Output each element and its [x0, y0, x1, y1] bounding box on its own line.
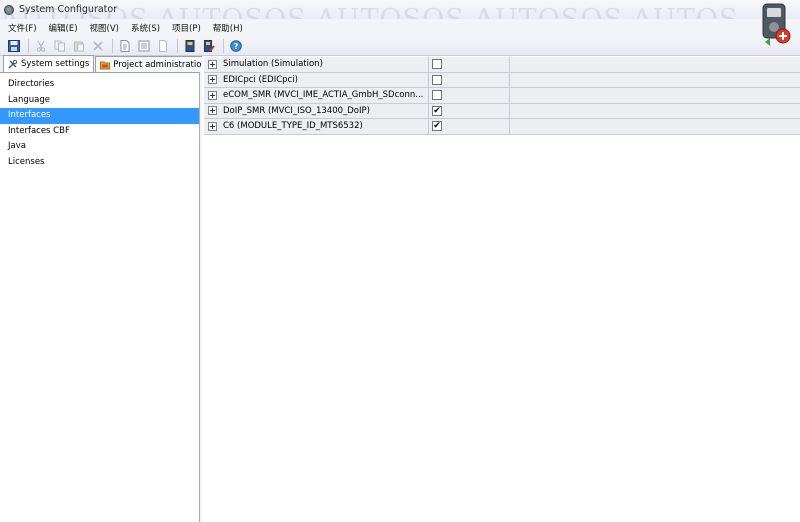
empty-cell — [509, 103, 800, 119]
check-cell: ✔ — [429, 103, 509, 118]
menu-project[interactable]: 项目(P) — [172, 22, 201, 34]
properties-icon[interactable] — [137, 39, 151, 53]
paste-icon[interactable] — [72, 39, 86, 53]
document-icon[interactable] — [156, 39, 170, 53]
check-cell — [429, 88, 509, 103]
list-item-language[interactable]: Language — [0, 93, 199, 109]
interface-checkbox[interactable] — [432, 74, 442, 85]
list-item-interfaces[interactable]: Interfaces — [0, 108, 199, 124]
empty-cell — [509, 56, 800, 72]
interface-label: C6 (MODULE_TYPE_ID_MTS6532) — [223, 121, 363, 132]
toolbar: ? — [0, 36, 800, 56]
interfaces-grid: Simulation (Simulation) EDICpci (EDICpci… — [202, 56, 800, 522]
empty-cell — [509, 87, 800, 103]
expand-icon[interactable] — [208, 75, 217, 85]
interface-checkbox[interactable]: ✔ — [432, 121, 442, 132]
interface-label: DoIP_SMR (MVCI_ISO_13400_DoIP) — [223, 105, 370, 116]
empty-cell — [509, 118, 800, 134]
window-title: System Configurator — [19, 4, 118, 15]
toolbar-separator — [223, 38, 224, 53]
table-row[interactable]: EDICpci (EDICpci) — [204, 72, 800, 88]
expand-icon[interactable] — [208, 90, 217, 100]
expand-icon[interactable] — [208, 106, 217, 116]
expand-icon[interactable] — [208, 59, 217, 69]
interface-checkbox[interactable] — [432, 59, 442, 70]
tools-icon — [8, 59, 18, 69]
delete-icon[interactable] — [91, 39, 105, 53]
menu-help[interactable]: 帮助(H) — [213, 22, 243, 34]
check-cell — [429, 57, 509, 72]
table-row[interactable]: Simulation (Simulation) — [204, 56, 800, 73]
menu-edit[interactable]: 编辑(E) — [49, 22, 78, 34]
toolbar-separator — [28, 38, 29, 53]
cut-icon[interactable] — [34, 39, 48, 53]
corner-logo-icon — [762, 3, 791, 46]
interface-label: EDICpci (EDICpci) — [223, 74, 298, 85]
menu-system[interactable]: 系统(S) — [131, 22, 160, 34]
toolbar-separator — [112, 38, 113, 53]
table-row[interactable]: DoIP_SMR (MVCI_ISO_13400_DoIP) ✔ — [204, 103, 800, 119]
book-icon[interactable] — [183, 39, 197, 53]
menu-view[interactable]: 视图(V) — [90, 22, 119, 34]
interface-label: Simulation (Simulation) — [223, 59, 323, 70]
list-item-licenses[interactable]: Licenses — [0, 155, 199, 171]
settings-list: Directories Language Interfaces Interfac… — [0, 73, 199, 170]
left-tabs: System settings Project administration — [0, 55, 212, 73]
toolbar-separator — [177, 38, 178, 53]
app-icon — [4, 4, 14, 15]
interface-label: eCOM_SMR (MVCI_IME_ACTIA_GmbH_SDconn... — [223, 90, 424, 101]
folder-icon — [100, 61, 111, 69]
list-item-interfaces-cbf[interactable]: Interfaces CBF — [0, 124, 199, 140]
tab-label: Project administration — [113, 59, 207, 70]
table-row[interactable]: eCOM_SMR (MVCI_IME_ACTIA_GmbH_SDconn... — [204, 87, 800, 104]
list-item-java[interactable]: Java — [0, 139, 199, 155]
empty-cell — [509, 72, 800, 88]
menu-bar: 文件(F) 编辑(E) 视图(V) 系统(S) 项目(P) 帮助(H) — [0, 19, 800, 36]
svg-text:?: ? — [234, 42, 239, 51]
expand-icon[interactable] — [208, 121, 217, 131]
table-row[interactable]: C6 (MODULE_TYPE_ID_MTS6532) ✔ — [204, 118, 800, 135]
tab-label: System settings — [21, 59, 90, 69]
system-configurator-window: System Configurator AUTOSOS AUTOSOS AUTO… — [0, 0, 800, 522]
copy-icon[interactable] — [53, 39, 67, 53]
tab-system-settings[interactable]: System settings — [3, 55, 95, 72]
interface-checkbox[interactable]: ✔ — [432, 105, 442, 116]
save-icon[interactable] — [7, 39, 21, 53]
new-document-icon[interactable] — [118, 39, 132, 53]
left-panel: System settings Project administration D… — [0, 55, 212, 522]
help-icon[interactable]: ? — [229, 39, 243, 53]
check-cell — [429, 72, 509, 87]
interface-checkbox[interactable] — [432, 90, 442, 101]
list-item-directories[interactable]: Directories — [0, 77, 199, 93]
menu-file[interactable]: 文件(F) — [8, 22, 37, 34]
tab-project-administration[interactable]: Project administration — [95, 56, 212, 72]
book-edit-icon[interactable] — [202, 39, 216, 53]
check-cell: ✔ — [429, 119, 509, 134]
title-bar: System Configurator — [0, 0, 800, 19]
